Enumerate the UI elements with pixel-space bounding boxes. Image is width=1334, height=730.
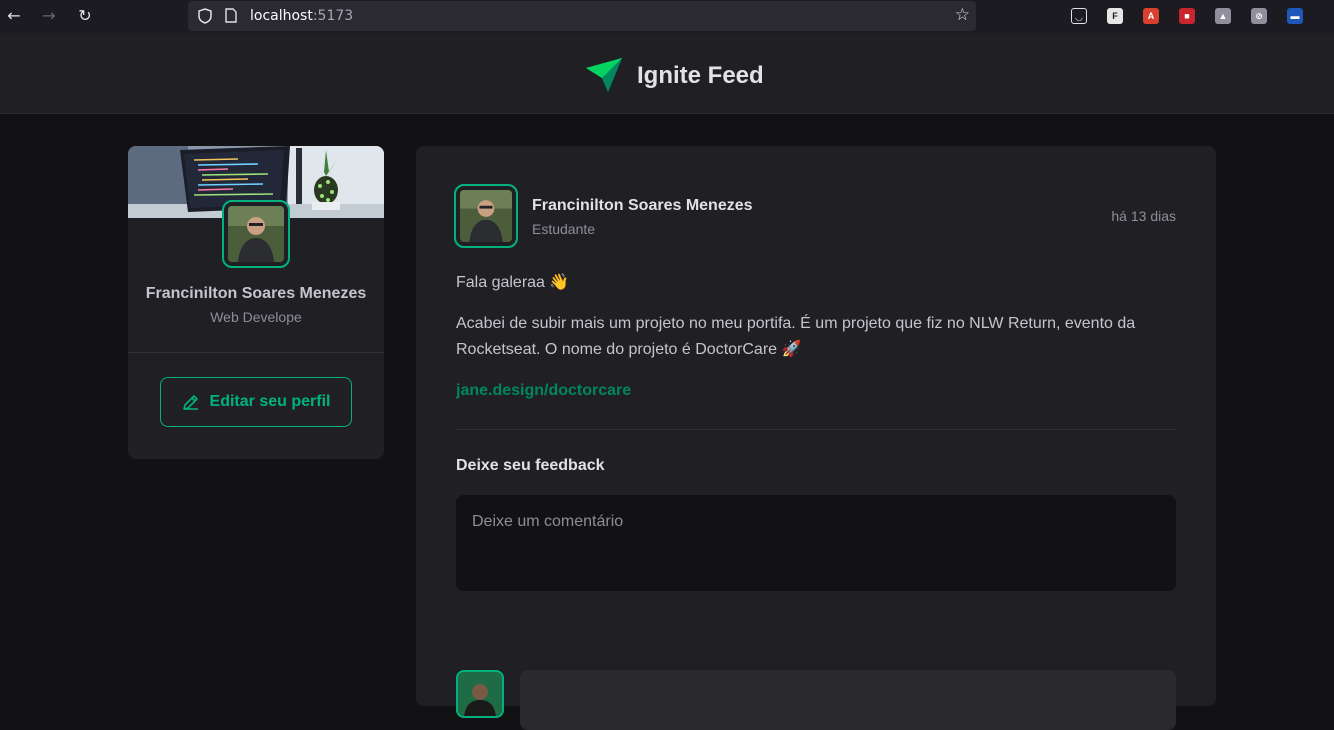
- shield-extension-icon[interactable]: ▲: [1215, 8, 1231, 24]
- post-author-role: Estudante: [532, 221, 596, 237]
- post-card: Francinilton Soares Menezes Estudante há…: [416, 146, 1216, 730]
- comment-card: [520, 670, 1176, 730]
- f-extension-icon[interactable]: F: [1107, 8, 1123, 24]
- post-timestamp: há 13 dias: [1111, 208, 1176, 224]
- post-paragraph: Fala galeraa 👋: [456, 274, 570, 291]
- post-link[interactable]: jane.design/doctorcare: [456, 382, 631, 400]
- browser-toolbar: ← → ↻ localhost:5173 ☆ ◡ F A ■ ▲ ⊘ ▬: [0, 0, 1334, 33]
- post-paragraph: Acabei de subir mais um projeto no meu p…: [456, 315, 1136, 358]
- profile-sidebar: Francinilton Soares Menezes Web Develope…: [128, 146, 384, 459]
- edit-profile-label: Editar seu perfil: [209, 393, 331, 410]
- forward-icon[interactable]: →: [38, 6, 60, 26]
- translate-extension-icon[interactable]: A: [1143, 8, 1159, 24]
- profile-name: Francinilton Soares Menezes: [145, 285, 367, 302]
- blocker-extension-icon[interactable]: ⊘: [1251, 8, 1267, 24]
- tracking-shield-icon[interactable]: [198, 8, 212, 24]
- post-author-name: Francinilton Soares Menezes: [532, 197, 753, 214]
- post-divider: [456, 429, 1176, 430]
- red-extension-icon[interactable]: ■: [1179, 8, 1195, 24]
- pocket-icon[interactable]: ◡: [1071, 8, 1087, 24]
- app-header: Ignite Feed: [0, 33, 1334, 114]
- page-icon[interactable]: [225, 8, 237, 23]
- reload-icon[interactable]: ↻: [74, 6, 96, 26]
- comment-author-avatar[interactable]: [456, 670, 504, 718]
- edit-profile-button[interactable]: Editar seu perfil: [160, 377, 352, 427]
- address-bar[interactable]: localhost:5173 ☆: [188, 1, 976, 31]
- app-title: Ignite Feed: [637, 62, 764, 89]
- feedback-title: Deixe seu feedback: [456, 457, 605, 474]
- comment-input[interactable]: [456, 495, 1176, 591]
- pencil-icon: [182, 395, 198, 410]
- post-author-avatar[interactable]: [454, 184, 518, 248]
- sidebar-divider: [128, 352, 384, 353]
- bookmark-star-icon[interactable]: ☆: [955, 5, 970, 25]
- blue-extension-icon[interactable]: ▬: [1287, 8, 1303, 24]
- profile-role: Web Develope: [210, 309, 302, 325]
- ignite-logo-icon: [586, 58, 622, 92]
- url-text[interactable]: localhost:5173: [250, 8, 353, 24]
- profile-avatar[interactable]: [222, 200, 290, 268]
- back-icon[interactable]: ←: [3, 6, 25, 26]
